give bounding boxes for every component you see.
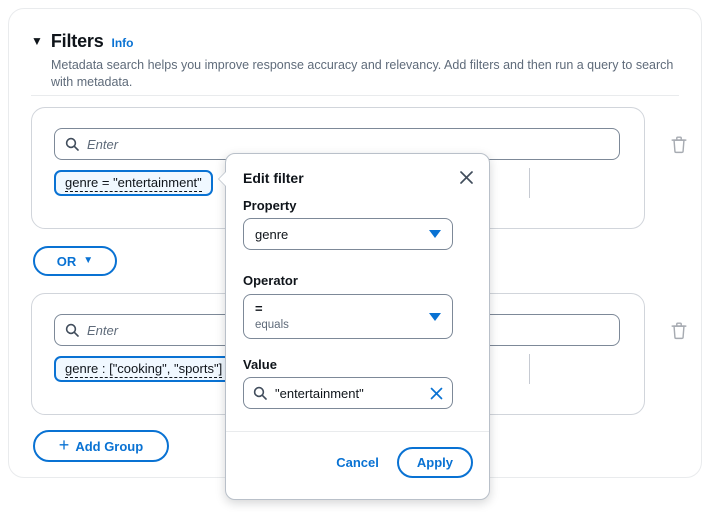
property-select[interactable]: genre: [243, 218, 453, 250]
filters-description: Metadata search helps you improve respon…: [51, 57, 679, 91]
token-divider-2: [529, 354, 530, 384]
cancel-button[interactable]: Cancel: [332, 449, 383, 476]
filter-token-1[interactable]: genre = "entertainment": [54, 170, 213, 196]
header-divider: [31, 95, 679, 96]
search-placeholder-2: Enter: [87, 323, 118, 338]
filter-token-2[interactable]: genre : ["cooking", "sports"]: [54, 356, 233, 382]
operator-select-description: equals: [255, 319, 289, 331]
search-icon: [65, 323, 79, 337]
property-select-value: genre: [255, 227, 288, 242]
popover-header: Edit filter: [243, 169, 475, 186]
operator-select-value: =: [255, 301, 263, 316]
chevron-down-icon[interactable]: ▼: [31, 35, 43, 47]
chevron-down-icon: [429, 230, 441, 238]
filter-token-2-label: genre : ["cooking", "sports"]: [65, 361, 222, 378]
trash-icon[interactable]: [668, 133, 690, 155]
add-group-button[interactable]: + Add Group: [33, 430, 169, 462]
filter-token-1-label: genre = "entertainment": [65, 175, 202, 192]
search-icon: [65, 137, 79, 151]
chevron-down-icon: ▼: [83, 256, 93, 266]
chevron-down-icon: [429, 313, 441, 321]
search-icon: [253, 386, 267, 400]
popover-footer: Cancel Apply: [332, 447, 473, 478]
or-operator-button[interactable]: OR ▼: [33, 246, 117, 276]
operator-select[interactable]: = equals: [243, 294, 453, 339]
value-input[interactable]: "entertainment": [243, 377, 453, 409]
info-link[interactable]: Info: [112, 36, 134, 50]
page-title: Filters: [51, 31, 104, 52]
trash-icon[interactable]: [668, 319, 690, 341]
clear-icon[interactable]: [429, 386, 444, 401]
apply-button[interactable]: Apply: [397, 447, 473, 478]
popover-title: Edit filter: [243, 170, 304, 186]
edit-filter-popover: Edit filter Property genre Operator = eq…: [225, 153, 490, 500]
operator-label: Operator: [243, 273, 298, 288]
property-label: Property: [243, 198, 296, 213]
value-label: Value: [243, 357, 277, 372]
filters-title-row: ▼ Filters Info: [31, 31, 679, 52]
plus-icon: +: [59, 436, 70, 454]
popover-pointer: [219, 172, 226, 186]
value-input-text: "entertainment": [275, 386, 421, 401]
filters-header: ▼ Filters Info Metadata search helps you…: [31, 31, 679, 91]
add-group-label: Add Group: [75, 439, 143, 454]
close-icon[interactable]: [458, 169, 475, 186]
search-placeholder-1: Enter: [87, 137, 118, 152]
token-divider-1: [529, 168, 530, 198]
popover-footer-divider: [226, 431, 489, 432]
or-operator-label: OR: [57, 254, 77, 269]
